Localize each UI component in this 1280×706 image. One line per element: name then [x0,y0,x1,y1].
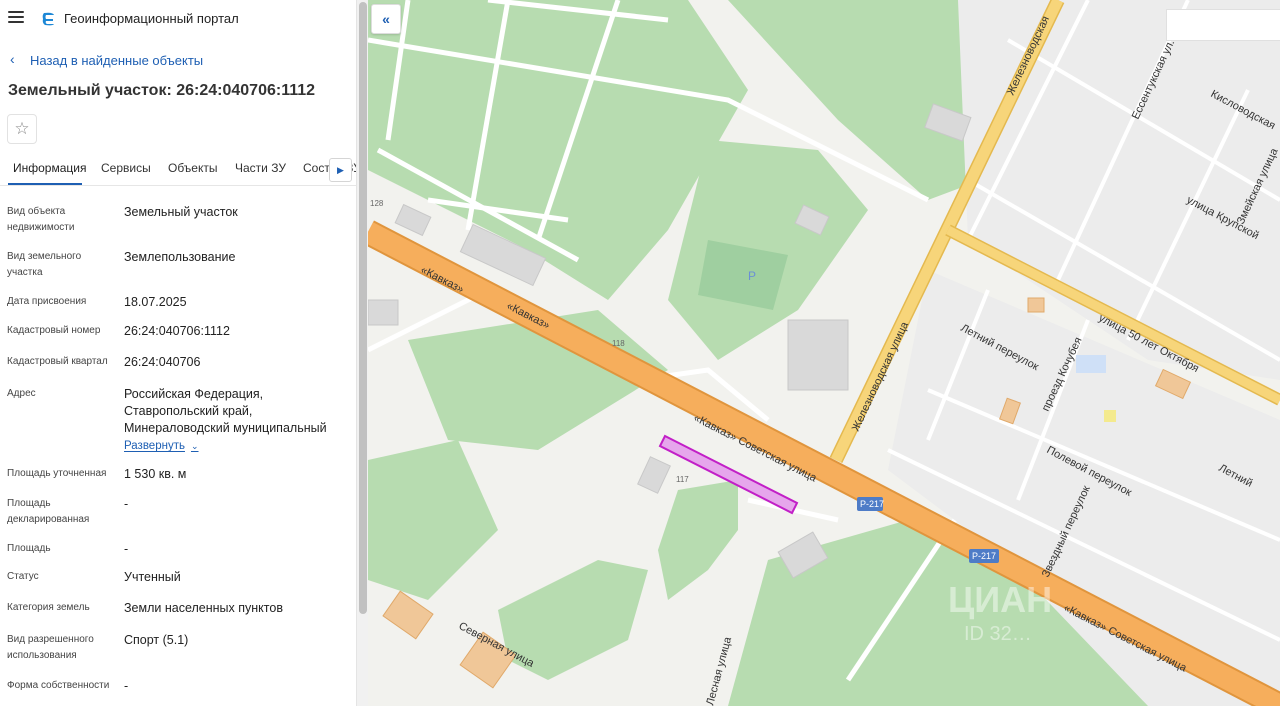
map-view[interactable]: P «Кавказ» «Кавказ» «Кавказ» Советская у… [368,0,1280,706]
chevron-down-icon: ⌄ [190,441,199,451]
property-value: Земельный участок [124,205,238,219]
property-value: Спорт (5.1) [124,633,189,647]
tab-bar: Информация Сервисы Объекты Части ЗУ Сост… [0,152,356,186]
panel-scrollbar[interactable] [356,0,368,706]
expand-label: Развернуть [124,440,185,452]
property-value: Российская Федерация, Ставропольский кра… [124,386,346,455]
menu-icon[interactable] [8,11,24,25]
property-label: Площадь [7,543,51,554]
svg-text:Р-217: Р-217 [860,499,884,509]
back-label: Назад в найденные объекты [30,52,204,68]
tab-parcel-parts[interactable]: Части ЗУ [235,161,286,175]
info-panel: Геоинформационный портал ‹ Назад в найде… [0,0,356,706]
expand-address-link[interactable]: Развернуть ⌄ [124,438,199,455]
favorite-button[interactable]: ☆ [7,114,37,144]
watermark: ЦИАН [948,579,1052,620]
portal-logo-icon [42,12,54,26]
property-label: Вид земельного участка [7,251,82,278]
road-badge: Р-217 [969,549,999,563]
tab-services[interactable]: Сервисы [101,161,151,175]
scrollbar-thumb[interactable] [359,2,367,614]
property-label: Форма собственности [7,680,110,691]
property-label: Статус [7,571,39,582]
property-label: Площадь декларированная [7,498,90,525]
parking-label: P [748,269,756,283]
building-number: 118 [612,339,625,348]
watermark-id: ID 32… [964,623,1032,645]
property-value: 26:24:040706:1112 [124,324,230,338]
tabs-scroll-right-button[interactable]: ▶ [329,158,352,182]
property-label: Кадастровый квартал [7,356,108,367]
app-root: Геоинформационный портал ‹ Назад в найде… [0,0,1280,706]
property-label: Дата присвоения [7,296,87,307]
road-badge: Р-217 [857,497,884,511]
property-value: - [124,679,129,693]
tab-information[interactable]: Информация [13,161,86,175]
double-chevron-left-icon: « [382,11,390,27]
property-value: Земли населенных пунктов [124,601,283,615]
caret-right-icon: ▶ [337,164,344,175]
property-label: Вид объекта недвижимости [7,206,75,233]
property-value: 26:24:040706 [124,355,201,369]
app-title: Геоинформационный портал [64,11,239,26]
star-icon: ☆ [14,119,30,138]
map-canvas[interactable]: P «Кавказ» «Кавказ» «Кавказ» Советская у… [368,0,1280,706]
property-value: Землепользование [124,250,236,264]
property-value: - [124,497,129,511]
map-search-box[interactable] [1166,9,1280,41]
property-label: Категория земель [7,602,90,613]
building-number: 128 [370,199,384,208]
chevron-left-icon: ‹ [10,51,15,67]
property-value: - [124,542,129,556]
building-number: 117 [676,475,689,484]
property-label: Площадь уточненная [7,468,107,479]
collapse-panel-button[interactable]: « [371,4,401,34]
address-text: Российская Федерация, Ставропольский кра… [124,387,327,435]
tab-objects[interactable]: Объекты [168,161,218,175]
property-label: Кадастровый номер [7,325,101,336]
top-bar: Геоинформационный портал [0,0,356,38]
property-value: 1 530 кв. м [124,467,187,481]
parcel-title: Земельный участок: 26:24:040706:1112 [8,82,316,99]
property-value: Учтенный [124,570,181,584]
property-label: Вид разрешенного использования [7,634,94,661]
back-to-results-link[interactable]: ‹ Назад в найденные объекты [10,51,204,68]
property-label: Адрес [7,388,36,399]
active-tab-indicator [8,183,82,185]
map-search-input[interactable] [1167,10,1280,40]
svg-text:Р-217: Р-217 [972,551,996,561]
property-value: 18.07.2025 [124,295,187,309]
